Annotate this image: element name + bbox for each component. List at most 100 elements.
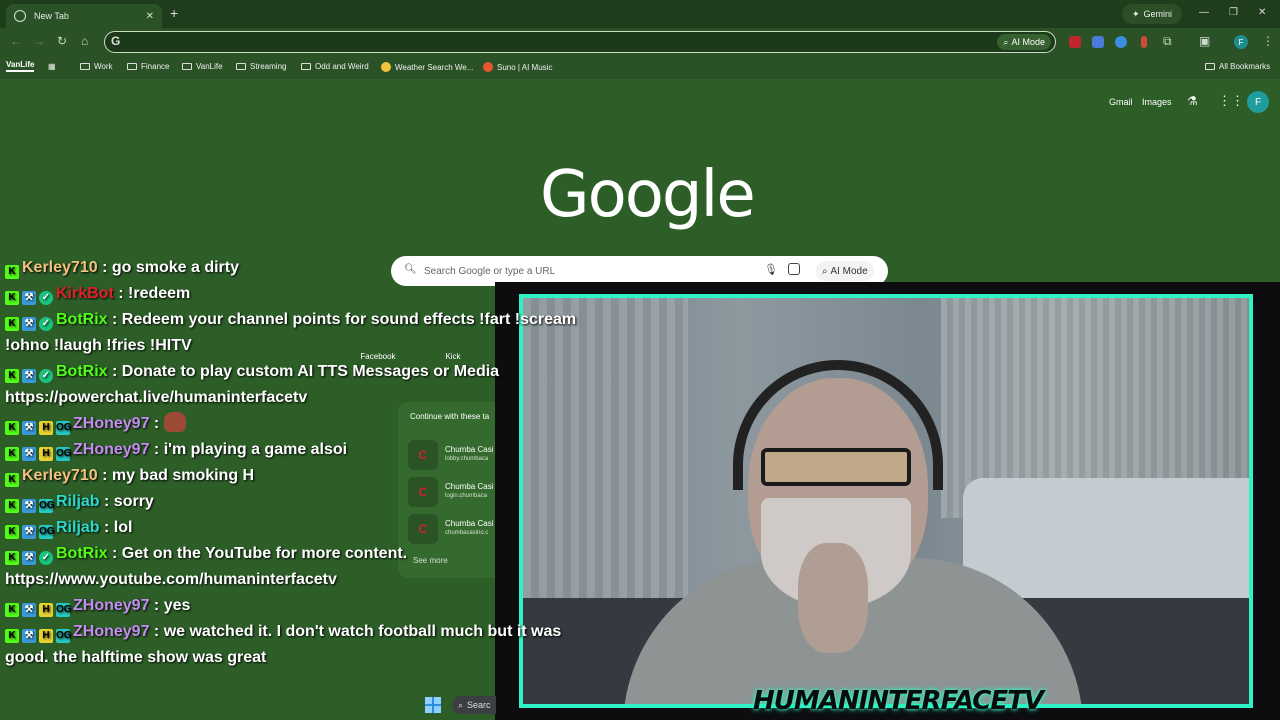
moderator-badge-icon: ⚒ xyxy=(22,603,36,617)
bookmark-vanlife[interactable]: VanLife xyxy=(182,62,223,71)
weather-icon xyxy=(381,62,391,72)
bookmark-vanlife-chip[interactable]: VanLife xyxy=(6,60,35,72)
chat-username[interactable]: ZHoney97 xyxy=(73,415,149,432)
taskbar-search[interactable]: ⌕ Searc xyxy=(452,696,496,714)
omnibox[interactable]: G ⌕ AI Mode xyxy=(104,31,1056,53)
chat-text: : Get on the YouTube for more content. xyxy=(112,545,408,562)
close-window-icon[interactable]: ✕ xyxy=(1258,7,1266,18)
moderator-badge-icon: ⚒ xyxy=(22,421,36,435)
bookmark-odd-and-weird[interactable]: Odd and Weird xyxy=(301,62,369,71)
h-badge-icon: H xyxy=(39,629,53,643)
chat-message: https://www.youtube.com/humaninterfacetv xyxy=(0,567,590,593)
suno-icon xyxy=(483,62,493,72)
ai-mode-button[interactable]: ⌕ AI Mode xyxy=(816,261,874,281)
windows-start-icon[interactable] xyxy=(425,697,441,713)
chat-username[interactable]: ZHoney97 xyxy=(73,597,149,614)
verified-badge-icon: ✓ xyxy=(39,317,53,331)
h-badge-icon: H xyxy=(39,421,53,435)
verified-badge-icon: ✓ xyxy=(39,291,53,305)
webcam-overlay: HUMANINTERFACETV xyxy=(495,282,1280,720)
chat-message: K ⚒ H OGZHoney97 : i'm playing a game alsoi xyxy=(0,437,590,463)
microphone-icon[interactable]: 🎙︎ xyxy=(764,263,778,276)
all-bookmarks[interactable]: All Bookmarks xyxy=(1205,62,1270,71)
bookmark-work[interactable]: Work xyxy=(80,62,113,71)
side-panel-icon[interactable]: ▣ xyxy=(1199,34,1210,48)
lens-camera-icon[interactable] xyxy=(788,263,800,275)
reload-icon[interactable]: ↻ xyxy=(57,34,67,48)
kick-badge-icon: K xyxy=(5,551,19,565)
moderator-badge-icon: ⚒ xyxy=(22,291,36,305)
new-tab-button[interactable]: + xyxy=(170,5,178,21)
kick-badge-icon: K xyxy=(5,473,19,487)
chat-text: : i'm playing a game alsoi xyxy=(153,441,348,458)
chat-text: https://powerchat.live/humaninterfacetv xyxy=(5,389,308,406)
tab-close-icon[interactable]: ✕ xyxy=(146,11,154,22)
apps-grid-icon[interactable]: ▦ xyxy=(48,62,56,71)
chat-username[interactable]: Kerley710 xyxy=(22,467,98,484)
chat-message: K ⚒ OGRiljab : sorry xyxy=(0,489,590,515)
home-icon[interactable]: ⌂ xyxy=(81,34,88,48)
chat-username[interactable]: KirkBot xyxy=(56,285,114,302)
chat-message: K Kerley710 : my bad smoking H xyxy=(0,463,590,489)
chat-username[interactable]: BotRix xyxy=(56,545,108,562)
og-badge-icon: OG xyxy=(56,629,72,643)
profile-avatar[interactable]: F xyxy=(1234,35,1248,49)
images-link[interactable]: Images xyxy=(1142,97,1172,107)
chat-username[interactable]: BotRix xyxy=(56,363,108,380)
account-avatar[interactable]: F xyxy=(1247,91,1269,113)
labs-flask-icon[interactable]: ⚗ xyxy=(1187,94,1198,108)
back-icon[interactable]: ← xyxy=(10,34,22,48)
extension-icon[interactable] xyxy=(1069,36,1081,48)
gmail-link[interactable]: Gmail xyxy=(1109,97,1133,107)
chat-message: https://powerchat.live/humaninterfacetv xyxy=(0,385,590,411)
webcam-frame xyxy=(519,294,1253,708)
google-g-icon: G xyxy=(111,34,121,48)
og-badge-icon: OG xyxy=(56,447,72,461)
og-badge-icon: OG xyxy=(56,421,72,435)
kick-badge-icon: K xyxy=(5,525,19,539)
chat-message: K ⚒ OGRiljab : lol xyxy=(0,515,590,541)
chat-username[interactable]: BotRix xyxy=(56,311,108,328)
bookmark-weather[interactable]: Weather Search We... xyxy=(381,62,473,72)
kick-badge-icon: K xyxy=(5,499,19,513)
folder-icon xyxy=(182,63,192,70)
og-badge-icon: OG xyxy=(39,525,55,539)
minimize-icon[interactable]: — xyxy=(1199,7,1209,18)
forward-icon[interactable]: → xyxy=(33,34,45,48)
omnibox-ai-mode-button[interactable]: ⌕ AI Mode xyxy=(997,34,1051,50)
bookmarks-bar: VanLife ▦ Work Finance VanLife Streaming… xyxy=(0,56,1280,78)
restore-icon[interactable]: ❐ xyxy=(1229,7,1238,18)
gemini-button[interactable]: ✦ Gemini xyxy=(1122,4,1183,24)
translate-extension-icon[interactable] xyxy=(1092,36,1104,48)
kick-badge-icon: K xyxy=(5,317,19,331)
kick-badge-icon: K xyxy=(5,369,19,383)
apps-grid-icon[interactable]: ⋮⋮ xyxy=(1218,93,1244,109)
bookmark-finance[interactable]: Finance xyxy=(127,62,169,71)
chat-text: : yes xyxy=(153,597,191,614)
chrome-icon xyxy=(14,10,26,22)
chat-username[interactable]: ZHoney97 xyxy=(73,441,149,458)
channel-brand: HUMANINTERFACETV xyxy=(753,686,1044,716)
chat-message: K ⚒ H OGZHoney97 : xyxy=(0,411,590,437)
menu-kebab-icon[interactable]: ⋮ xyxy=(1262,34,1274,48)
extensions-puzzle-icon[interactable]: ⧉ xyxy=(1163,34,1172,49)
chat-message: !ohno !laugh !fries !HITV xyxy=(0,333,590,359)
chat-message: K ⚒ ✓ KirkBot : !redeem xyxy=(0,281,590,307)
chat-text: : my bad smoking H xyxy=(102,467,255,484)
moderator-badge-icon: ⚒ xyxy=(22,317,36,331)
chat-username[interactable]: Riljab xyxy=(56,519,100,536)
chat-text: : !redeem xyxy=(118,285,191,302)
chat-text: good. the halftime show was great xyxy=(5,649,267,666)
chat-username[interactable]: Riljab xyxy=(56,493,100,510)
extension-icon[interactable] xyxy=(1141,36,1147,48)
tab-new-tab[interactable]: New Tab ✕ xyxy=(6,4,162,28)
moderator-badge-icon: ⚒ xyxy=(22,551,36,565)
extension-icon[interactable] xyxy=(1115,36,1127,48)
bookmark-streaming[interactable]: Streaming xyxy=(236,62,286,71)
gemini-sparkle-icon: ✦ xyxy=(1132,8,1140,19)
chat-username[interactable]: ZHoney97 xyxy=(73,623,149,640)
chat-username[interactable]: Kerley710 xyxy=(22,259,98,276)
kick-badge-icon: K xyxy=(5,603,19,617)
bookmark-suno[interactable]: Suno | AI Music xyxy=(483,62,552,72)
chat-message: K ⚒ ✓ BotRix : Donate to play custom AI TTS… xyxy=(0,359,590,385)
